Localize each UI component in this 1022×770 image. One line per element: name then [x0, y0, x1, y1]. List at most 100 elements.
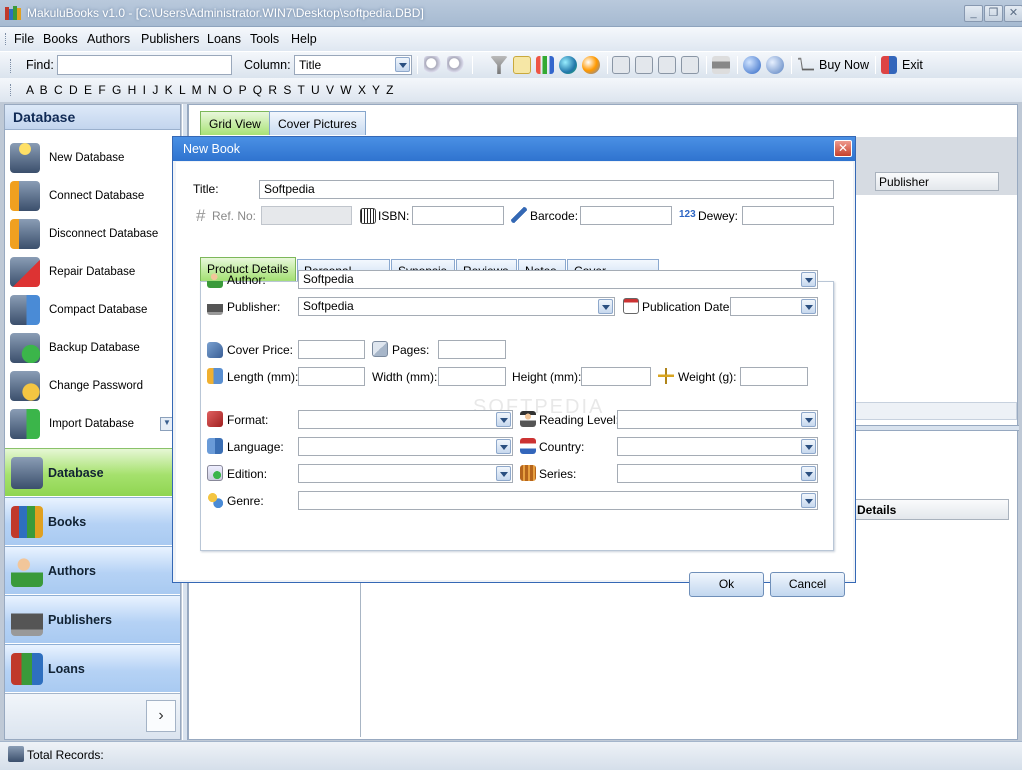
chevron-down-icon[interactable] [496, 466, 511, 481]
column-select-value: Title [299, 58, 322, 72]
chevron-down-icon[interactable] [801, 272, 816, 287]
dialog-titlebar: New Book ✕ [173, 137, 855, 161]
close-window-button[interactable]: ✕ [1004, 5, 1022, 22]
ok-button[interactable]: Ok [689, 572, 764, 597]
typewriter-icon [11, 604, 43, 636]
help-icon[interactable] [743, 56, 761, 74]
menu-loans[interactable]: Loans [207, 32, 241, 46]
column-select[interactable]: Title [294, 55, 412, 75]
export-xml-icon[interactable] [681, 56, 699, 74]
filter-icon[interactable] [490, 56, 508, 74]
author-combo[interactable]: Softpedia [298, 270, 818, 289]
chevron-down-icon[interactable] [801, 466, 816, 481]
edition-combo[interactable] [298, 464, 513, 483]
compact-database-item[interactable]: Compact Database [10, 293, 178, 327]
publication-date-picker[interactable] [730, 297, 818, 316]
column-header-publisher[interactable]: Publisher [875, 172, 999, 191]
menu-help[interactable]: Help [291, 32, 317, 46]
menu-tools[interactable]: Tools [250, 32, 279, 46]
nav-books-button[interactable]: Books [5, 497, 180, 545]
chevron-down-icon[interactable] [801, 493, 816, 508]
height-input[interactable] [581, 367, 651, 386]
publisher-combo[interactable]: Softpedia [298, 297, 615, 316]
cover-price-input[interactable] [298, 340, 365, 359]
alphabet-letters[interactable]: A B C D E F G H I J K L M N O P Q R S T … [26, 83, 394, 97]
nav-more-button[interactable]: › [146, 700, 176, 732]
chevron-down-icon[interactable] [801, 299, 816, 314]
minimize-button[interactable]: _ [964, 5, 983, 22]
country-combo[interactable] [617, 437, 818, 456]
edition-label: Edition: [227, 467, 268, 481]
cover-price-label: Cover Price: [227, 343, 294, 357]
export-html-icon[interactable] [635, 56, 653, 74]
disconnect-database-label: Disconnect Database [49, 228, 159, 240]
nav-footer: › [5, 693, 180, 739]
menu-authors[interactable]: Authors [87, 32, 130, 46]
column-header-details[interactable]: Details [851, 499, 1009, 520]
nav-authors-button[interactable]: Authors [5, 546, 180, 594]
weight-input[interactable] [740, 367, 808, 386]
menu-publishers[interactable]: Publishers [141, 32, 199, 46]
chevron-down-icon[interactable] [496, 439, 511, 454]
connect-database-label: Connect Database [49, 190, 145, 202]
connect-database-item[interactable]: Connect Database [10, 179, 178, 213]
format-label: Format: [227, 413, 269, 427]
disconnect-database-item[interactable]: Disconnect Database [10, 217, 178, 251]
width-input[interactable] [438, 367, 506, 386]
new-database-item[interactable]: New Database [10, 141, 178, 175]
series-label: Series: [539, 467, 577, 481]
backup-database-item[interactable]: Backup Database [10, 331, 178, 365]
new-book-dialog: New Book ✕ Title: Softpedia # Ref. No: I… [172, 136, 856, 597]
format-combo[interactable] [298, 410, 513, 429]
flag-icon [520, 438, 536, 454]
barcode-input[interactable] [580, 206, 672, 225]
tab-cover-pictures[interactable]: Cover Pictures [269, 111, 366, 135]
print-icon[interactable] [712, 56, 730, 74]
exit-button[interactable]: Exit [902, 58, 923, 72]
pages-input[interactable] [438, 340, 506, 359]
isbn-input[interactable] [412, 206, 504, 225]
search-icon[interactable] [424, 56, 442, 74]
chart-icon[interactable] [536, 56, 554, 74]
genre-combo[interactable] [298, 491, 818, 510]
chevron-down-icon[interactable] [801, 412, 816, 427]
notes-icon[interactable] [513, 56, 531, 74]
cart-icon[interactable] [798, 57, 814, 71]
change-password-item[interactable]: Change Password [10, 369, 178, 403]
publisher-label: Publisher: [227, 300, 281, 314]
export-pdf-icon[interactable] [612, 56, 630, 74]
nav-publishers-button[interactable]: Publishers [5, 595, 180, 643]
repair-database-item[interactable]: Repair Database [10, 255, 178, 289]
nav-database-button[interactable]: Database [5, 448, 180, 496]
author-value: Softpedia [303, 272, 354, 286]
exit-icon[interactable] [881, 56, 897, 74]
nav-database-label: Database [48, 466, 104, 480]
import-database-label: Import Database [49, 418, 135, 430]
globe-icon[interactable] [559, 56, 577, 74]
barcode-scanner-icon [511, 207, 527, 223]
import-database-item[interactable]: Import Database [10, 407, 178, 441]
web-icon[interactable] [582, 56, 600, 74]
search-next-icon[interactable] [447, 56, 465, 74]
nav-loans-button[interactable]: Loans [5, 644, 180, 692]
reading-level-combo[interactable] [617, 410, 818, 429]
buy-now-button[interactable]: Buy Now [819, 58, 869, 72]
dialog-close-button[interactable]: ✕ [834, 140, 852, 157]
chevron-down-icon[interactable] [598, 299, 613, 314]
series-combo[interactable] [617, 464, 818, 483]
title-input[interactable]: Softpedia [259, 180, 834, 199]
menu-books[interactable]: Books [43, 32, 78, 46]
chevron-down-icon[interactable] [496, 412, 511, 427]
about-icon[interactable] [766, 56, 784, 74]
maximize-button[interactable]: ❐ [984, 5, 1003, 22]
dewey-input[interactable] [742, 206, 834, 225]
pages-label: Pages: [392, 343, 430, 357]
export-csv-icon[interactable] [658, 56, 676, 74]
length-input[interactable] [298, 367, 365, 386]
language-combo[interactable] [298, 437, 513, 456]
find-input[interactable] [57, 55, 232, 75]
chevron-down-icon[interactable] [801, 439, 816, 454]
menu-file[interactable]: File [14, 32, 34, 46]
tab-grid-view[interactable]: Grid View [200, 111, 270, 135]
cancel-button[interactable]: Cancel [770, 572, 845, 597]
